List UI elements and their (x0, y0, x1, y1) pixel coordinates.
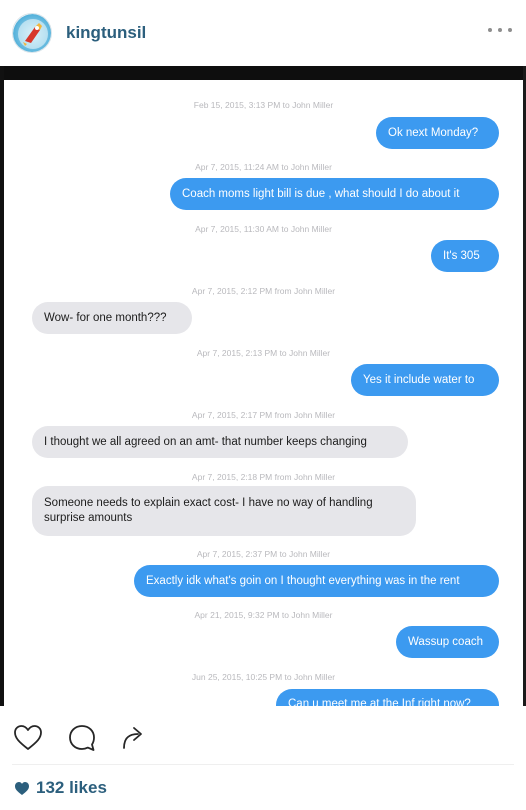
comment-icon[interactable] (66, 722, 98, 754)
avatar[interactable] (12, 13, 52, 53)
message-bubble-outgoing: Coach moms light bill is due , what shou… (170, 178, 499, 210)
message-timestamp: Apr 7, 2015, 2:18 PM from John Miller (191, 472, 336, 482)
message-bubble-outgoing: Ok next Monday? (376, 117, 499, 149)
message-timestamp: Apr 21, 2015, 9:32 PM to John Miller (194, 610, 333, 620)
more-horizontal-icon[interactable] (488, 24, 512, 36)
message-timestamp: Feb 15, 2015, 3:13 PM to John Miller (193, 100, 334, 110)
heart-outline-icon[interactable] (12, 722, 44, 754)
message-thread: Feb 15, 2015, 3:13 PM to John Miller Ok … (4, 80, 523, 706)
message-bubble-incoming: Someone needs to explain exact cost- I h… (32, 486, 416, 536)
message-timestamp: Apr 7, 2015, 11:30 AM to John Miller (195, 224, 332, 234)
message-timestamp: Jun 25, 2015, 10:25 PM to John Miller (191, 672, 336, 682)
message-bubble-incoming: I thought we all agreed on an amt- that … (32, 426, 408, 458)
message-timestamp: Apr 7, 2015, 11:24 AM to John Miller (195, 162, 332, 172)
post-header: kingtunsil (0, 0, 526, 66)
image-border (0, 66, 526, 80)
message-timestamp: Apr 7, 2015, 2:17 PM from John Miller (191, 410, 336, 420)
likes-label: 132 likes (36, 778, 107, 797)
likes-count[interactable]: 132 likes (14, 778, 107, 798)
message-bubble-outgoing: Wassup coach (396, 626, 499, 658)
divider (12, 764, 514, 765)
message-bubble-incoming: Wow- for one month??? (32, 302, 192, 334)
message-timestamp: Apr 7, 2015, 2:37 PM to John Miller (196, 549, 331, 559)
post-image[interactable]: Feb 15, 2015, 3:13 PM to John Miller Ok … (0, 66, 526, 706)
username[interactable]: kingtunsil (66, 23, 146, 43)
message-bubble-outgoing: It's 305 (431, 240, 499, 272)
message-bubble-outgoing: Yes it include water to (351, 364, 499, 396)
message-timestamp: Apr 7, 2015, 2:12 PM from John Miller (191, 286, 336, 296)
share-arrow-icon[interactable] (118, 722, 150, 754)
message-bubble-outgoing: Exactly idk what's goin on I thought eve… (134, 565, 499, 597)
message-bubble-outgoing: Can u meet me at the Inf right now? (276, 689, 499, 706)
action-bar (0, 710, 526, 758)
heart-filled-icon (15, 781, 29, 795)
message-timestamp: Apr 7, 2015, 2:13 PM to John Miller (196, 348, 331, 358)
